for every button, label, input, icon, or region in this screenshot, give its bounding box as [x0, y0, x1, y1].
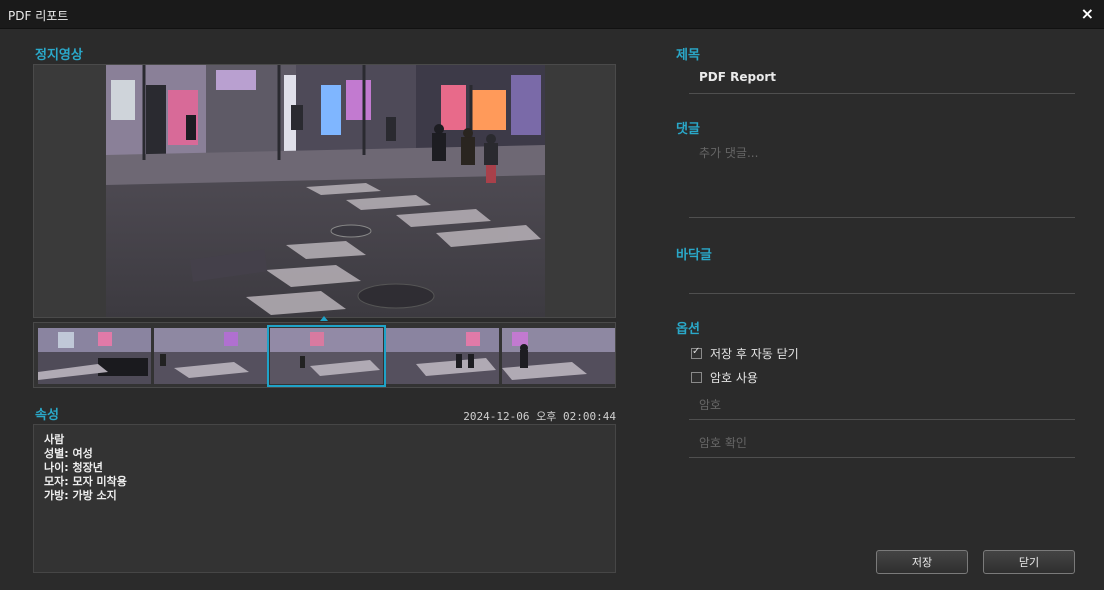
password-confirm-field[interactable]: 암호 확인 [689, 434, 1075, 458]
thumbnail-3[interactable] [267, 325, 386, 387]
thumbnail-4[interactable] [386, 328, 499, 384]
attribute-line: 모자: 모자 미착용 [44, 475, 127, 488]
checkbox-unchecked[interactable] [691, 371, 702, 383]
thumbnail-1[interactable] [38, 328, 151, 384]
footer-label: 바닥글 [676, 248, 712, 263]
thumbnail-5[interactable] [502, 328, 615, 384]
password-field[interactable]: 암호 [689, 396, 1075, 420]
cctv-still-image [106, 65, 545, 317]
title-bar: PDF 리포트 × [0, 0, 1104, 29]
thumbnail-strip [33, 322, 616, 388]
attribute-line: 나이: 청장년 [44, 461, 103, 474]
password-confirm-placeholder: 암호 확인 [699, 436, 747, 450]
still-image-viewer [33, 64, 616, 318]
checkbox-checked[interactable] [691, 346, 702, 359]
auto-close-label: 저장 후 자동 닫기 [710, 346, 799, 361]
auto-close-option[interactable]: 저장 후 자동 닫기 [691, 345, 799, 361]
attribute-line: 성별: 여성 [44, 447, 93, 460]
attribute-line: 가방: 가방 소지 [44, 489, 117, 502]
still-image-label: 정지영상 [35, 48, 83, 63]
title-field[interactable]: PDF Report [689, 70, 1075, 94]
use-password-label: 암호 사용 [710, 370, 758, 385]
comment-placeholder: 추가 댓글... [699, 146, 759, 160]
use-password-option[interactable]: 암호 사용 [691, 369, 758, 385]
password-placeholder: 암호 [699, 398, 722, 412]
attributes-panel: 사람 성별: 여성 나이: 청장년 모자: 모자 미착용 가방: 가방 소지 [33, 424, 616, 573]
window-title: PDF 리포트 [8, 9, 69, 23]
attribute-line: 사람 [44, 433, 65, 446]
selected-thumbnail-marker [320, 316, 328, 321]
save-button[interactable]: 저장 [876, 550, 968, 574]
close-button[interactable]: 닫기 [983, 550, 1075, 574]
comment-label: 댓글 [676, 122, 700, 137]
attributes-label: 속성 [35, 408, 59, 423]
capture-timestamp: 2024-12-06 오후 02:00:44 [463, 410, 616, 423]
title-label: 제목 [676, 48, 700, 63]
thumbnail-2[interactable] [154, 328, 267, 384]
footer-field[interactable] [689, 270, 1075, 294]
title-value: PDF Report [699, 70, 776, 84]
comment-field[interactable]: 추가 댓글... [689, 144, 1075, 218]
close-icon[interactable]: × [1081, 4, 1094, 23]
options-label: 옵션 [676, 322, 700, 337]
